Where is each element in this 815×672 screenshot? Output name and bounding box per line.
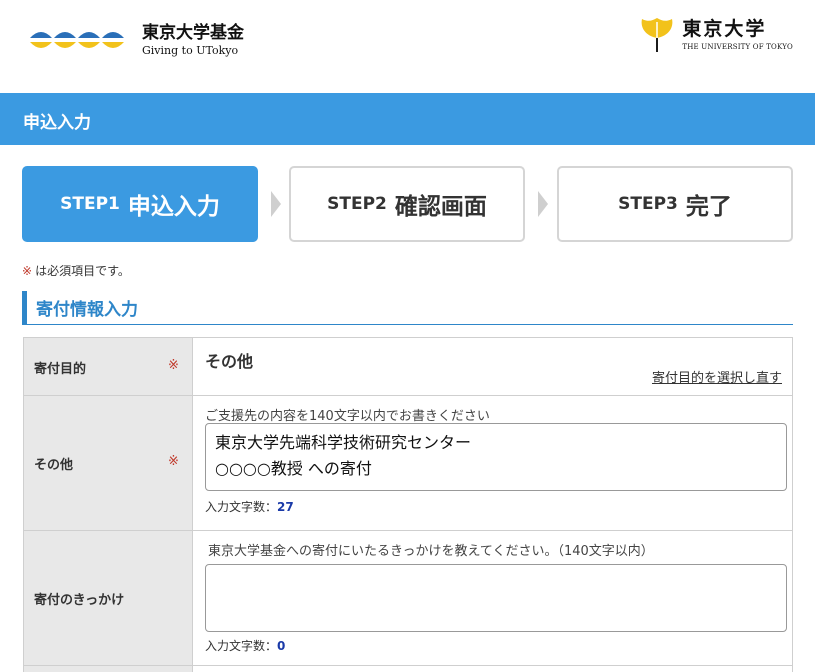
utokyo-logo[interactable]: 東京大学 THE UNIVERSITY OF TOKYO xyxy=(638,16,793,54)
other-row: その他 ※ ご支援先の内容を140文字以内でお書きください 東京大学先端科学技術… xyxy=(23,396,793,531)
step-2: STEP2 確認画面 xyxy=(289,166,525,242)
purpose-value-cell: その他 寄付目的を選択し直す xyxy=(194,338,792,395)
reselect-purpose-link[interactable]: 寄付目的を選択し直す xyxy=(652,367,782,386)
reason-hint: 東京大学基金への寄付にいたるきっかけを教えてください。（140文字以内） xyxy=(208,544,654,559)
page-title: 申込入力 xyxy=(23,113,91,133)
donation-form: 寄付目的 ※ その他 寄付目的を選択し直す その他 ※ ご支援先の内容を140文… xyxy=(23,337,793,672)
purpose-value: その他 xyxy=(205,352,254,371)
page-title-bar: 申込入力 xyxy=(0,93,815,145)
other-char-count: 入力文字数：27 xyxy=(205,498,294,515)
step-3-number: STEP3 xyxy=(618,194,678,214)
other-required-mark: ※ xyxy=(168,454,179,469)
reason-count-label: 入力文字数： xyxy=(205,639,278,653)
required-mark: ※ xyxy=(22,264,33,278)
step-1-number: STEP1 xyxy=(60,194,120,214)
reason-char-count: 入力文字数：0 xyxy=(205,637,285,654)
logo-right-jp: 東京大学 xyxy=(682,17,767,40)
reason-value-cell: 東京大学基金への寄付にいたるきっかけを教えてください。（140文字以内） 入力文… xyxy=(194,531,792,665)
step-3: STEP3 完了 xyxy=(557,166,793,242)
purpose-label-cell: 寄付目的 ※ xyxy=(24,338,193,395)
logo-left-jp: 東京大学基金 xyxy=(142,22,244,43)
logo-left-en: Giving to UTokyo xyxy=(142,43,239,57)
purpose-label: 寄付目的 xyxy=(34,362,87,377)
step-1: STEP1 申込入力 xyxy=(22,166,258,242)
other-hint: ご支援先の内容を140文字以内でお書きください xyxy=(205,409,490,424)
other-label: その他 xyxy=(34,458,74,473)
step-2-number: STEP2 xyxy=(327,194,387,214)
next-label-cell xyxy=(24,666,193,672)
required-note-text: は必須項目です。 xyxy=(35,264,130,278)
step-2-label: 確認画面 xyxy=(394,194,487,220)
step-3-label: 完了 xyxy=(685,194,732,220)
next-row xyxy=(23,666,793,672)
reason-label: 寄付のきっかけ xyxy=(34,593,125,608)
reason-count-value: 0 xyxy=(277,639,286,653)
step-1-label: 申込入力 xyxy=(127,194,220,220)
other-textarea[interactable]: 東京大学先端科学技術研究センター ○○○○教授 への寄付 xyxy=(205,423,787,491)
other-count-label: 入力文字数： xyxy=(205,500,278,514)
other-value-cell: ご支援先の内容を140文字以内でお書きください 東京大学先端科学技術研究センター… xyxy=(194,396,792,530)
section-title-text: 寄付情報入力 xyxy=(36,300,138,320)
purpose-required-mark: ※ xyxy=(168,358,179,373)
other-label-cell: その他 ※ xyxy=(24,396,193,530)
required-note: ※ は必須項目です。 xyxy=(22,262,130,279)
giving-to-utokyo-logo[interactable]: 東京大学基金 Giving to UTokyo xyxy=(28,24,244,56)
logo-right-en: THE UNIVERSITY OF TOKYO xyxy=(682,42,793,51)
ginkgo-leaf-icon xyxy=(641,18,673,52)
step-arrow-icon xyxy=(538,191,548,217)
reason-label-cell: 寄付のきっかけ xyxy=(24,531,193,665)
utokyo-fund-emblem-icon xyxy=(30,32,124,48)
reason-textarea[interactable] xyxy=(205,564,787,632)
other-count-value: 27 xyxy=(277,500,294,514)
step-arrow-icon xyxy=(271,191,281,217)
site-header: 東京大学基金 Giving to UTokyo 東京大学 THE UNIVERS… xyxy=(0,0,815,93)
purpose-row: 寄付目的 ※ その他 寄付目的を選択し直す xyxy=(23,338,793,396)
reason-row: 寄付のきっかけ 東京大学基金への寄付にいたるきっかけを教えてください。（140文… xyxy=(23,531,793,666)
section-title: 寄付情報入力 xyxy=(22,291,793,325)
